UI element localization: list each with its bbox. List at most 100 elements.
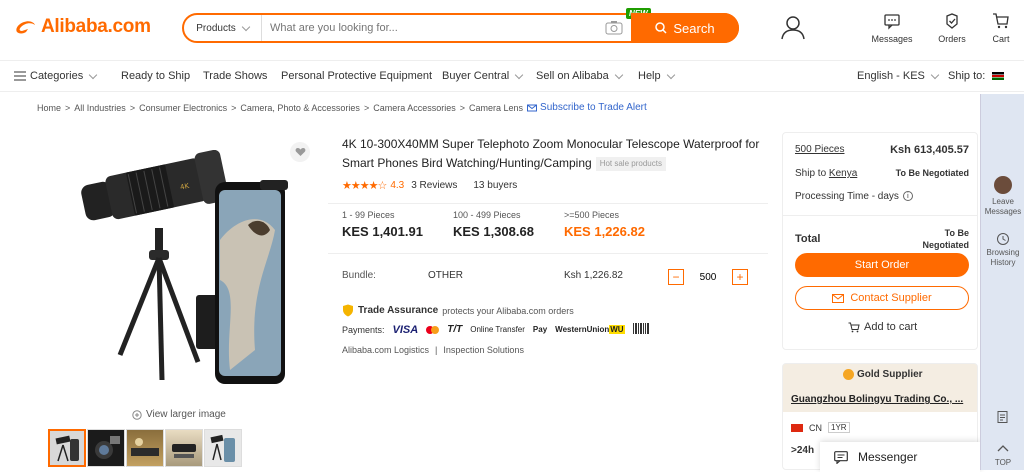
search-icon <box>655 22 667 34</box>
arrow-up-icon <box>997 445 1009 452</box>
add-to-cart-button[interactable]: Add to cart <box>848 321 917 333</box>
language-currency-select[interactable]: English - KES <box>857 70 940 82</box>
star-rating-icon: ★★★★☆ <box>342 180 387 192</box>
orders-button[interactable]: Orders <box>927 12 977 44</box>
info-icon[interactable]: i <box>902 191 913 201</box>
reviews-link[interactable]: 3 Reviews <box>411 180 457 191</box>
price-tier: >=500 Pieces KES 1,226.82 <box>564 210 645 239</box>
logistics-services: Alibaba.com Logistics | Inspection Solut… <box>342 345 524 355</box>
chevron-down-icon <box>88 70 98 79</box>
top-header: Alibaba.com Products NEW Search Messages… <box>0 0 1024 58</box>
breadcrumb-item[interactable]: Camera Accessories <box>373 103 456 113</box>
breadcrumb-item[interactable]: Camera, Photo & Accessories <box>240 103 360 113</box>
order-summary-panel: 500 Pieces Ksh 613,405.57 Ship to Kenya … <box>782 132 978 350</box>
alibaba-logistics-link[interactable]: Alibaba.com Logistics <box>342 345 429 355</box>
breadcrumb-item[interactable]: Home <box>37 103 61 113</box>
processing-time-row: Processing Time - days i <box>795 191 969 202</box>
edit-note-icon <box>997 411 1008 423</box>
chevron-down-icon <box>930 70 940 79</box>
clock-icon <box>997 233 1009 245</box>
thumbnail-image[interactable] <box>165 429 203 467</box>
years-badge: 1YR <box>828 422 850 433</box>
nav-ppe[interactable]: Personal Protective Equipment <box>281 70 432 82</box>
thumbnail-image[interactable] <box>204 429 242 467</box>
mastercard-icon <box>426 325 440 334</box>
order-quantity-link[interactable]: 500 Pieces <box>795 144 844 156</box>
view-larger-image-link[interactable]: View larger image <box>132 409 226 420</box>
leave-messages-button[interactable]: Leave Messages <box>981 176 1024 217</box>
bundle-price: Ksh 1,226.82 <box>564 270 623 281</box>
visa-icon: VISA <box>392 323 419 336</box>
ship-country-link[interactable]: Kenya <box>829 168 857 179</box>
chevron-down-icon <box>614 70 624 79</box>
alibaba-logo-icon <box>16 21 35 34</box>
thumbnail-image[interactable] <box>126 429 164 467</box>
cart-button[interactable]: Cart <box>976 12 1024 44</box>
decrease-quantity-button[interactable]: − <box>668 269 684 285</box>
payment-methods: Payments: VISA T/T Online Transfer Pay W… <box>342 323 649 336</box>
apple-pay-icon: Pay <box>532 325 548 334</box>
breadcrumb-item[interactable]: Camera Lens <box>469 103 523 113</box>
western-union-icon: WesternUnionWU <box>555 325 625 334</box>
ship-to-select[interactable]: Ship to: <box>948 70 1005 82</box>
product-main-image[interactable]: 4K <box>70 150 290 390</box>
thumbnail-image[interactable] <box>87 429 125 467</box>
user-account-icon[interactable] <box>780 14 806 40</box>
browsing-history-button[interactable]: Browsing History <box>981 232 1024 268</box>
alibaba-logo[interactable]: Alibaba.com <box>14 16 151 38</box>
breadcrumb: Home > All Industries > Consumer Electroni… <box>37 102 647 113</box>
thumbnail-image[interactable] <box>48 429 86 467</box>
breadcrumb-item[interactable]: Consumer Electronics <box>139 103 227 113</box>
nav-buyer-central[interactable]: Buyer Central <box>442 70 524 82</box>
search-input[interactable] <box>262 15 603 41</box>
trade-assurance-shield-icon <box>343 304 353 317</box>
quantity-stepper: − + <box>668 268 748 286</box>
total-row: Total To Be Negotiated <box>795 228 969 250</box>
chevron-down-icon <box>241 22 250 31</box>
bundle-value: OTHER <box>428 270 463 281</box>
quantity-input[interactable] <box>686 268 730 286</box>
divider <box>783 215 977 216</box>
product-title: 4K 10-300X40MM Super Telephoto Zoom Mono… <box>342 137 760 171</box>
orders-icon <box>946 13 958 29</box>
right-side-rail: Leave Messages Browsing History TOP <box>980 94 1024 470</box>
mail-icon <box>832 293 845 303</box>
gold-supplier-badge: Gold Supplier <box>843 369 923 380</box>
search-category-select[interactable]: Products <box>184 15 262 41</box>
camera-icon[interactable] <box>603 20 625 36</box>
nav-sell-on-alibaba[interactable]: Sell on Alibaba <box>536 70 624 82</box>
nav-trade-shows[interactable]: Trade Shows <box>203 70 267 82</box>
cart-icon <box>848 322 860 332</box>
heart-icon <box>295 148 305 156</box>
menu-icon <box>14 71 26 81</box>
inspection-solutions-link[interactable]: Inspection Solutions <box>443 345 524 355</box>
search-bar: Products NEW Search <box>182 8 739 43</box>
start-order-button[interactable]: Start Order <box>795 253 969 277</box>
breadcrumb-item[interactable]: All Industries <box>74 103 126 113</box>
back-to-top-button[interactable]: TOP <box>981 442 1024 468</box>
ship-to-row: Ship to Kenya To Be Negotiated <box>795 168 969 179</box>
messenger-widget[interactable]: Messenger <box>820 442 980 472</box>
supplier-name-link[interactable]: Guangzhou Bolingyu Trading Co., ... <box>791 394 963 405</box>
feedback-button[interactable] <box>981 410 1024 426</box>
subscribe-trade-alert-link[interactable]: Subscribe to Trade Alert <box>527 102 647 113</box>
price-tier: 100 - 499 Pieces KES 1,308.68 <box>453 210 534 239</box>
nav-help[interactable]: Help <box>638 70 675 82</box>
nav-ready-to-ship[interactable]: Ready to Ship <box>121 70 190 82</box>
kenya-flag-icon <box>992 72 1005 80</box>
increase-quantity-button[interactable]: + <box>732 269 748 285</box>
zoom-in-icon <box>132 409 142 420</box>
nav-categories[interactable]: Categories <box>14 70 98 82</box>
main-navigation: Categories Ready to Ship Trade Shows Per… <box>0 60 1024 92</box>
contact-supplier-button[interactable]: Contact Supplier <box>795 286 969 310</box>
favorite-button[interactable] <box>290 142 310 162</box>
messages-button[interactable]: Messages <box>867 12 917 44</box>
chevron-down-icon <box>666 70 675 79</box>
mail-icon <box>527 104 538 111</box>
online-transfer-icon: Online Transfer <box>470 325 525 334</box>
price-tiers: 1 - 99 Pieces KES 1,401.91 100 - 499 Pie… <box>328 203 768 254</box>
order-quantity-row: 500 Pieces Ksh 613,405.57 <box>795 144 969 156</box>
search-button[interactable]: Search <box>631 13 739 43</box>
response-time: >24h <box>791 445 815 456</box>
gold-medal-icon <box>843 369 854 380</box>
